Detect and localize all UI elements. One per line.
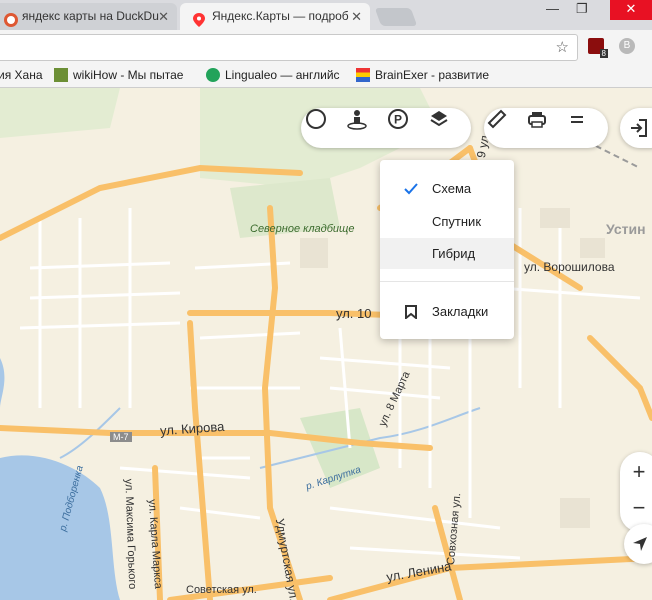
traffic-icon (306, 109, 326, 129)
menu-item-hybrid[interactable]: Гибрид (380, 238, 514, 269)
map-label-sovetskaya: Советская ул. (186, 584, 257, 596)
lingualeo-icon (206, 68, 220, 82)
traffic-button[interactable] (305, 108, 345, 148)
bookmark-item[interactable]: ия Хана (0, 64, 43, 87)
location-arrow-icon (633, 537, 647, 551)
tab-yandex-maps[interactable]: Яндекс.Карты — подроб ✕ (180, 3, 370, 30)
zoom-controls: + − (620, 452, 652, 532)
map-type-menu: Схема Спутник Гибрид Закладки (380, 160, 514, 339)
map-pin-icon (192, 10, 206, 27)
duckduckgo-icon (4, 10, 18, 27)
person-icon (347, 110, 367, 130)
tab-bar: яндекс карты на DuckDu ✕ Яндекс.Карты — … (0, 0, 652, 30)
profile-avatar[interactable]: B (619, 38, 635, 54)
zoom-out-button[interactable]: − (626, 492, 652, 524)
menu-item-label: Схема (432, 181, 472, 196)
maximize-button[interactable]: ❐ (576, 0, 588, 20)
star-icon[interactable]: ☆ (556, 38, 569, 56)
print-icon (528, 112, 546, 128)
bookmark-item[interactable]: Lingualeo — английс (206, 64, 340, 87)
close-tab-icon[interactable]: ✕ (351, 3, 362, 30)
tab-title: яндекс карты на DuckDu (22, 9, 159, 23)
map-canvas[interactable]: Северное кладбище ул. 10 Устин ул. Ворош… (0, 88, 652, 600)
url-input[interactable]: ☆ (0, 34, 578, 61)
ruler-button[interactable] (486, 108, 526, 148)
menu-item-label: Закладки (432, 304, 489, 319)
menu-item-label: Гибрид (432, 246, 476, 261)
parking-button[interactable]: P (387, 108, 427, 148)
menu-button[interactable] (566, 108, 606, 148)
panorama-button[interactable] (346, 108, 386, 148)
map-label-cemetery: Северное кладбище (250, 223, 355, 235)
new-tab-button[interactable] (374, 8, 418, 26)
extension-badge: 8 (599, 49, 608, 58)
map-label-district: Устин (606, 221, 646, 237)
zoom-in-button[interactable]: + (626, 456, 652, 488)
brainexer-icon (356, 68, 370, 82)
menu-item-scheme[interactable]: Схема (380, 173, 514, 204)
address-bar: ☆ 8 B (0, 30, 652, 64)
map-graphics (0, 88, 652, 600)
layers-button[interactable] (428, 108, 468, 148)
bookmark-label: wikiHow - Мы пытае (73, 68, 184, 82)
map-label-m7: М-7 (110, 432, 132, 442)
map-controls-group: P (301, 108, 471, 148)
bookmark-label: Lingualeo — английс (225, 68, 340, 82)
ruler-icon (487, 109, 507, 129)
menu-divider (380, 281, 514, 282)
print-button[interactable] (526, 108, 566, 148)
svg-text:P: P (394, 113, 402, 127)
wikihow-icon (54, 68, 68, 82)
login-button[interactable] (620, 108, 652, 148)
close-window-button[interactable]: ✕ (610, 0, 652, 20)
checkmark-icon (404, 183, 418, 195)
map-label-street-10: ул. 10 (336, 306, 372, 321)
map-label-voroshilova: ул. Ворошилова (524, 260, 615, 274)
menu-item-bookmarks[interactable]: Закладки (380, 296, 514, 327)
bookmark-item[interactable]: wikiHow - Мы пытае (54, 64, 183, 87)
parking-icon: P (388, 109, 408, 129)
layers-icon (430, 111, 448, 127)
menu-icon (571, 116, 583, 123)
extension-icon[interactable]: 8 (588, 38, 608, 58)
tab-title: Яндекс.Карты — подроб (212, 9, 349, 23)
close-tab-icon[interactable]: ✕ (158, 3, 169, 30)
minimize-button[interactable]: — (546, 0, 559, 20)
bookmark-icon (405, 305, 417, 319)
login-icon (631, 119, 647, 137)
bookmark-label: BrainExer - развитие (375, 68, 490, 82)
tab-duckduckgo[interactable]: яндекс карты на DuckDu ✕ (0, 3, 177, 30)
bookmark-item[interactable]: BrainExer - развитие (356, 64, 489, 87)
menu-item-label: Спутник (432, 214, 482, 229)
bookmarks-bar: ия Хана wikiHow - Мы пытае Lingualeo — а… (0, 64, 652, 88)
menu-item-satellite[interactable]: Спутник (380, 206, 514, 237)
tools-group (484, 108, 608, 148)
